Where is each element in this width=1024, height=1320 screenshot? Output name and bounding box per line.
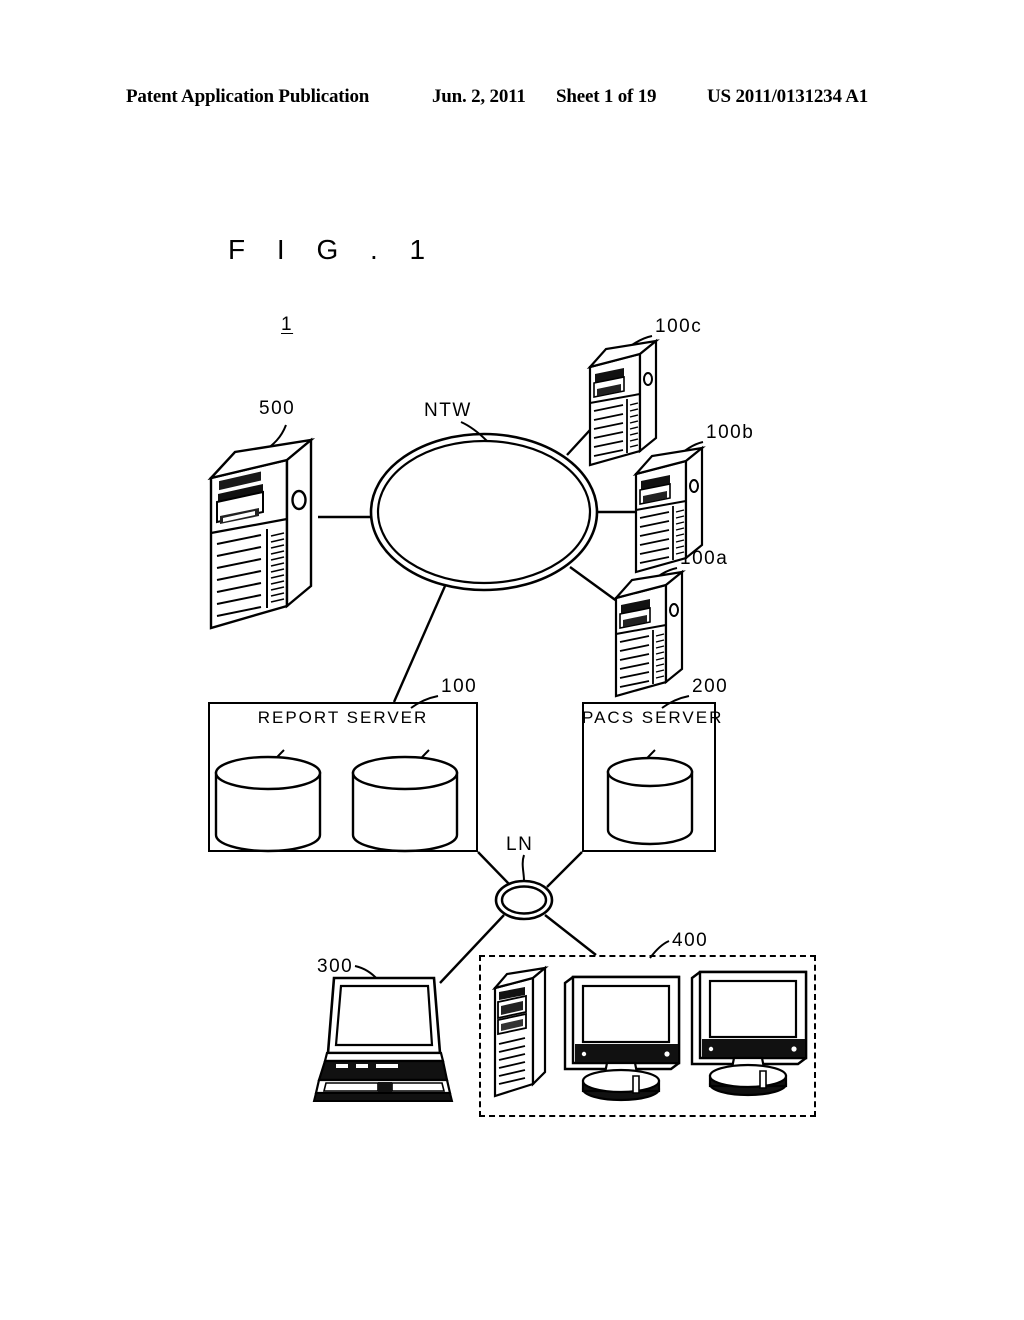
workstation-group-box[interactable] <box>479 955 816 1117</box>
ref-laptop-300: 300 <box>317 956 354 977</box>
network-links <box>318 404 644 984</box>
ref-client-100b: 100b <box>706 422 755 443</box>
laptop-300 <box>312 976 454 1102</box>
header-sheet-label: Sheet 1 of 19 <box>556 86 657 107</box>
leader-500 <box>261 424 287 454</box>
ref-pacs-server: 200 <box>692 676 729 697</box>
link-ntw-to-100c <box>566 404 614 456</box>
leader-ln <box>521 854 525 882</box>
page-header: Patent Application Publication Jun. 2, 2… <box>0 86 1024 112</box>
leader-300 <box>354 965 379 981</box>
db-152-label-line3: DB <box>395 812 415 827</box>
pacs-server-title: PACS SERVER <box>582 708 724 727</box>
link-ntw-to-100a <box>569 566 626 608</box>
report-server-title: REPORT SERVER <box>257 708 429 727</box>
label-ln: LN <box>506 834 534 855</box>
leader-100a <box>647 567 678 586</box>
db-151-label-line3: DB <box>258 812 278 827</box>
ref-system-1: 1 <box>281 314 294 335</box>
label-ntw: NTW <box>424 400 472 421</box>
link-report-server-to-ln <box>477 851 511 886</box>
leader-ntw <box>460 421 488 442</box>
client-tower-100a <box>614 570 684 698</box>
link-pacs-server-to-ln <box>546 851 583 888</box>
header-patent-number: US 2011/0131234 A1 <box>707 86 869 107</box>
figure-artwork <box>209 335 808 1102</box>
db-251-label-line1: IMAGE DB <box>613 794 687 810</box>
ref-workstation-400: 400 <box>672 930 709 951</box>
ref-client-100a: 100a <box>680 548 729 569</box>
link-ntw-to-report-server <box>392 585 447 703</box>
patent-drawing-page: Patent Application Publication Jun. 2, 2… <box>0 0 1024 1320</box>
figure-title: F I G . 1 <box>228 234 438 265</box>
ref-client-100c: 100c <box>655 316 703 337</box>
header-date-label: Jun. 2, 2011 <box>432 86 526 107</box>
link-ln-to-workstation <box>544 914 597 956</box>
leader-100c <box>621 335 653 354</box>
server-tower-500 <box>209 438 313 630</box>
leader-lines <box>261 335 704 981</box>
ref-server-500: 500 <box>259 398 296 419</box>
ref-report-server: 100 <box>441 676 478 697</box>
leader-100b <box>675 441 704 460</box>
client-tower-100c <box>588 339 658 467</box>
lan-node-ln <box>494 879 554 921</box>
header-publication-label: Patent Application Publication <box>126 86 370 107</box>
network-cloud-ntw <box>369 432 599 592</box>
